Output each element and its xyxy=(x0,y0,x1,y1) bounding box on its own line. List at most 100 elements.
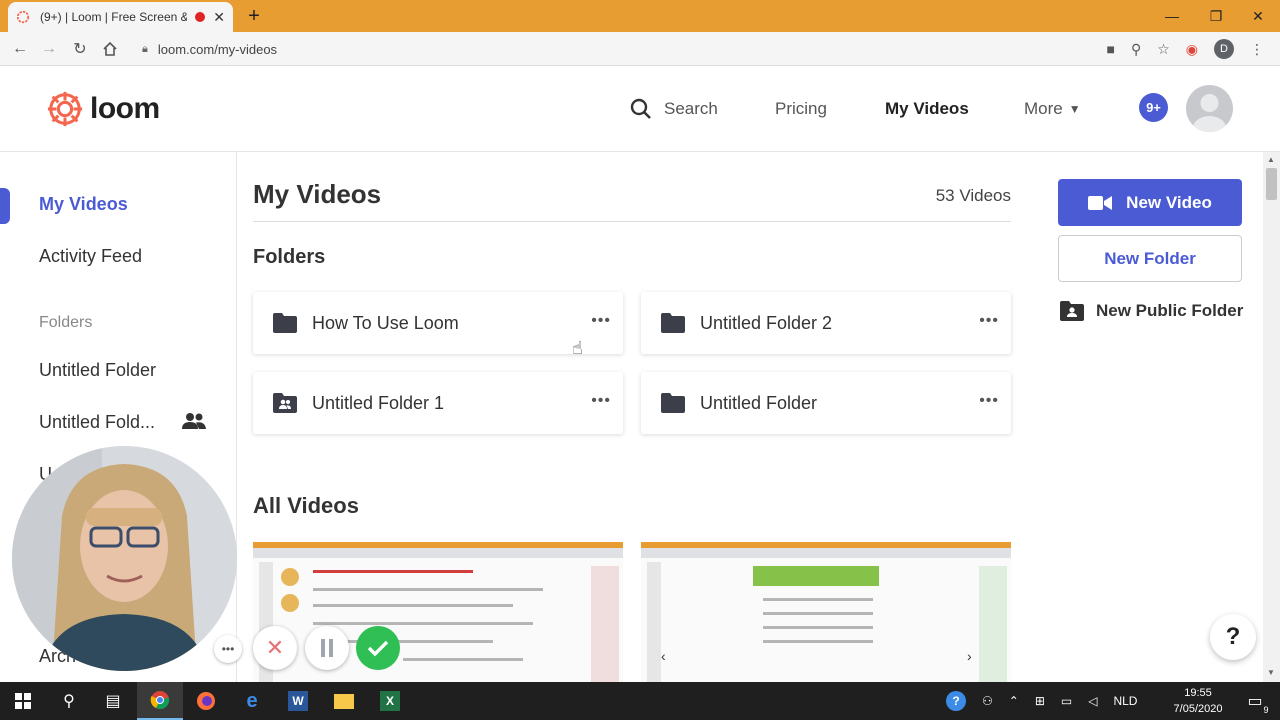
shared-people-icon xyxy=(182,413,206,429)
notifications-badge[interactable]: 9+ xyxy=(1139,93,1168,122)
finish-recording-button[interactable] xyxy=(356,626,400,670)
sidebar-item-untitled-shared-folder[interactable]: Untitled Fold... xyxy=(39,412,155,433)
more-options-icon[interactable]: ••• xyxy=(979,312,999,330)
new-tab-button[interactable]: + xyxy=(243,5,265,27)
folder-card[interactable]: Untitled Folder 2 ••• xyxy=(641,292,1011,354)
main-content: My Videos 53 Videos Folders How To Use L… xyxy=(253,152,1011,682)
restore-icon[interactable]: ❐ xyxy=(1194,0,1238,32)
firefox-taskbar-icon[interactable] xyxy=(183,682,229,720)
loom-logo[interactable]: loom xyxy=(46,90,160,128)
nav-pricing[interactable]: Pricing xyxy=(775,66,827,152)
mouse-cursor-icon: ☝︎ xyxy=(572,338,583,358)
public-folder-icon xyxy=(1060,301,1084,321)
window-close-icon[interactable]: ✕ xyxy=(1236,0,1280,32)
tab-title: (9+) | Loom | Free Screen & xyxy=(40,10,188,24)
minimize-icon[interactable]: — xyxy=(1150,0,1194,32)
task-view-icon[interactable]: ▤ xyxy=(90,682,136,720)
home-icon[interactable] xyxy=(99,38,121,60)
folders-heading: Folders xyxy=(253,246,326,268)
active-indicator xyxy=(0,188,10,224)
video-camera-icon xyxy=(1088,195,1113,210)
lock-icon: 🔒︎ xyxy=(142,42,148,55)
loom-logo-icon xyxy=(47,91,83,127)
folder-icon xyxy=(661,393,685,413)
video-count: 53 Videos xyxy=(935,186,1011,205)
video-thumbnail[interactable]: ‹ › xyxy=(641,542,1011,682)
folder-icon xyxy=(661,313,685,333)
divider xyxy=(253,221,1011,222)
language-indicator[interactable]: NLD xyxy=(1113,694,1137,708)
nav-search[interactable]: Search xyxy=(630,66,718,152)
webcam-bubble[interactable] xyxy=(12,446,237,671)
nav-more[interactable]: More ▼ xyxy=(1024,66,1081,152)
windows-taskbar: ⚲ ▤ e W X ? ⚇ ⌃ ⊞ ▭ ◁ NLD 19:55 7/05/202… xyxy=(0,682,1280,720)
taskbar-clock[interactable]: 19:55 7/05/2020 xyxy=(1168,685,1228,717)
show-hidden-icon[interactable]: ⌃ xyxy=(1009,694,1019,708)
folder-name: Untitled Folder 2 xyxy=(700,312,833,333)
sidebar-item-activity-feed[interactable]: Activity Feed xyxy=(39,246,142,267)
new-folder-button[interactable]: New Folder xyxy=(1058,235,1242,282)
camera-icon[interactable]: ■ xyxy=(1106,41,1114,57)
folder-card[interactable]: How To Use Loom ••• xyxy=(253,292,623,354)
battery-icon[interactable]: ▭ xyxy=(1061,694,1072,708)
browser-tab-strip: (9+) | Loom | Free Screen & ✕ + — ❐ ✕ xyxy=(0,0,1280,32)
cancel-recording-button[interactable]: ✕ xyxy=(253,626,297,670)
user-avatar[interactable] xyxy=(1186,85,1233,132)
action-center-icon[interactable]: ▭ 9 xyxy=(1232,682,1278,720)
new-video-button[interactable]: New Video xyxy=(1058,179,1242,226)
sidebar-folders-heading: Folders xyxy=(39,314,93,331)
edge-taskbar-icon[interactable]: e xyxy=(229,682,275,720)
people-tray-icon[interactable]: ⚇ xyxy=(982,694,993,708)
recording-indicator-icon xyxy=(195,12,206,22)
page-scrollbar[interactable]: ▲ ▼ xyxy=(1263,152,1280,682)
address-bar[interactable]: 🔒︎ loom.com/my-videos ■ ⚲ ☆ ◉ D ⋮ xyxy=(132,36,1268,62)
word-taskbar-icon[interactable]: W xyxy=(275,682,321,720)
action-center-count: 9 xyxy=(1263,705,1269,715)
more-options-icon[interactable]: ••• xyxy=(591,392,611,410)
search-icon xyxy=(630,98,651,119)
sidebar-item-my-videos[interactable]: My Videos xyxy=(39,194,128,215)
system-tray: ? ⚇ ⌃ ⊞ ▭ ◁ NLD xyxy=(946,682,1137,720)
excel-taskbar-icon[interactable]: X xyxy=(367,682,413,720)
tab-close-icon[interactable]: ✕ xyxy=(213,9,225,26)
browser-toolbar: ← → ↻ 🔒︎ loom.com/my-videos ■ ⚲ ☆ ◉ D ⋮ xyxy=(0,32,1280,66)
extension-icon[interactable]: ◉ xyxy=(1186,41,1198,58)
taskbar-search-icon[interactable]: ⚲ xyxy=(46,682,92,720)
back-icon[interactable]: ← xyxy=(9,38,31,60)
folder-name: Untitled Folder xyxy=(700,392,818,413)
chrome-taskbar-icon[interactable] xyxy=(137,682,183,720)
clock-date: 7/05/2020 xyxy=(1173,703,1223,715)
folder-name: How To Use Loom xyxy=(312,312,459,333)
scrollbar-thumb[interactable] xyxy=(1266,168,1277,200)
network-icon[interactable]: ⊞ xyxy=(1035,694,1045,708)
folder-card[interactable]: Untitled Folder 1 ••• xyxy=(253,372,623,434)
bookmark-star-icon[interactable]: ☆ xyxy=(1157,41,1170,58)
clock-time: 19:55 xyxy=(1184,687,1212,699)
help-tray-icon[interactable]: ? xyxy=(946,691,966,711)
more-options-icon[interactable]: ••• xyxy=(979,392,999,410)
zoom-icon[interactable]: ⚲ xyxy=(1131,41,1141,58)
forward-icon[interactable]: → xyxy=(38,38,60,60)
volume-icon[interactable]: ◁ xyxy=(1088,694,1097,708)
shared-folder-icon xyxy=(273,393,297,413)
nav-more-label: More xyxy=(1024,99,1063,118)
recording-options-button[interactable]: ••• xyxy=(214,635,242,663)
reload-icon[interactable]: ↻ xyxy=(69,38,91,60)
sidebar-item-untitled-folder[interactable]: Untitled Folder xyxy=(39,360,156,381)
logo-wordmark: loom xyxy=(90,92,160,125)
more-options-icon[interactable]: ••• xyxy=(591,312,611,330)
new-public-folder-label: New Public Folder xyxy=(1096,301,1244,320)
browser-tab[interactable]: (9+) | Loom | Free Screen & ✕ xyxy=(8,2,233,32)
page-title: My Videos xyxy=(253,179,382,209)
nav-my-videos[interactable]: My Videos xyxy=(885,66,969,152)
file-explorer-taskbar-icon[interactable] xyxy=(321,682,367,720)
browser-menu-icon[interactable]: ⋮ xyxy=(1250,41,1264,58)
pause-recording-button[interactable] xyxy=(305,626,349,670)
url-text: loom.com/my-videos xyxy=(157,41,278,57)
help-button[interactable]: ? xyxy=(1210,614,1256,660)
new-public-folder-button[interactable]: New Public Folder xyxy=(1060,297,1243,325)
folder-card[interactable]: Untitled Folder ••• xyxy=(641,372,1011,434)
sidebar-item-label: Untitled Fold... xyxy=(39,412,156,432)
windows-start-icon[interactable] xyxy=(0,682,46,720)
profile-avatar[interactable]: D xyxy=(1214,39,1234,59)
